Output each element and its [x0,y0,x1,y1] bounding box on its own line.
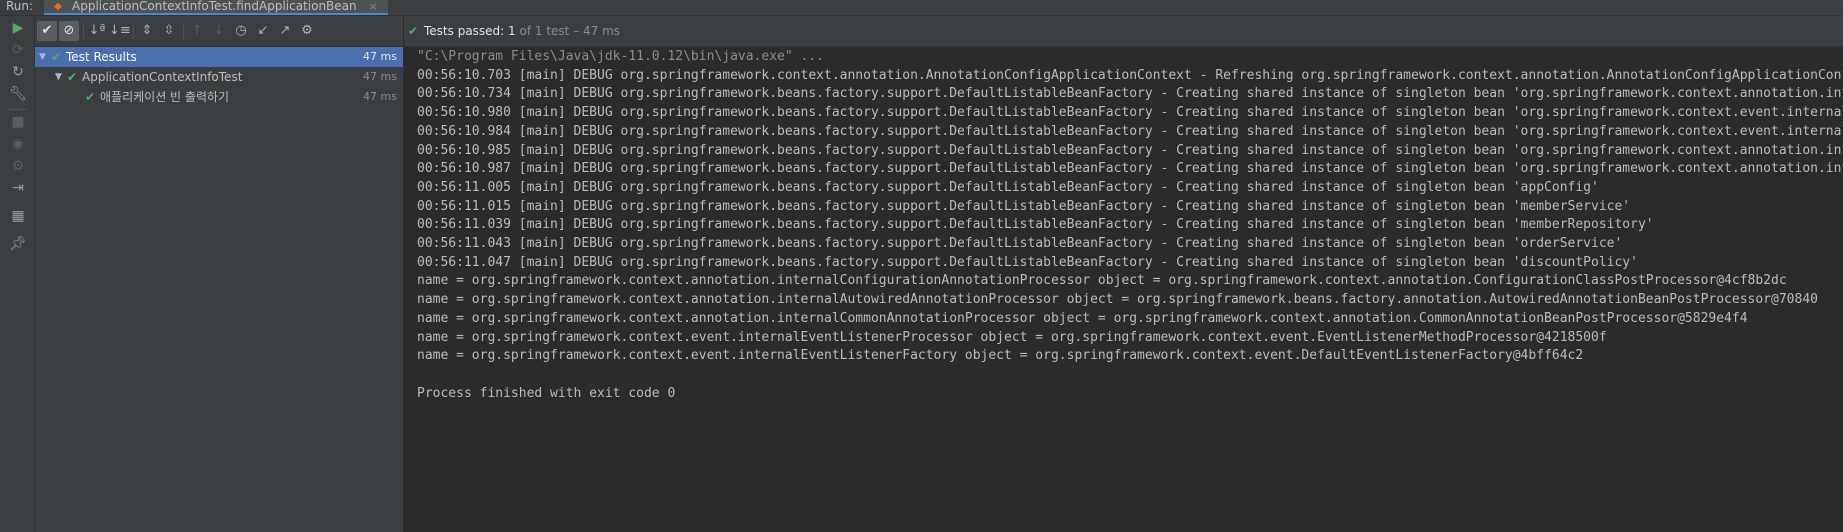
passed-check-icon: ✔ [67,70,78,84]
run-tool-window-header: Run: ◆ ApplicationContextInfoTest.findAp… [0,0,1843,16]
exit-icon[interactable]: ⇥ [9,179,27,197]
test-history-icon[interactable]: ◷ [231,21,251,41]
pin-icon[interactable]: 📌︎ [9,235,27,253]
tests-passed-summary: Tests passed: 1 of 1 test – 47 ms [424,16,620,46]
tree-item-duration: 47 ms [363,50,397,63]
wrench-icon[interactable]: 🔧︎ [9,85,27,103]
close-tab-icon[interactable]: × [368,0,377,13]
toggle-auto-test-icon[interactable]: ↻ [9,63,27,81]
tree-item-test-results[interactable]: ▼ ✔ Test Results 47 ms [35,47,403,67]
screenshot-icon[interactable]: ◉ [9,135,27,153]
tree-item-duration: 47 ms [363,70,397,83]
tree-item-label: Test Results [66,50,137,64]
passed-check-icon: ✔ [408,24,419,38]
rerun-failed-icon[interactable]: ⟳ [9,41,27,59]
sort-by-duration-icon[interactable]: ↓≡ [109,21,131,41]
show-ignored-icon[interactable]: ⊘ [59,21,79,41]
run-label: Run: [6,0,34,13]
tree-item-test-method[interactable]: ✔ 애플리케이션 빈 출력하기 47 ms [35,87,403,107]
layout-icon[interactable]: ▦ [9,207,27,225]
run-actions-strip: ▶ ⟳ ↻ 🔧︎ ■ ◉ ⚙ ⇥ ▦ 📌︎ [0,16,35,532]
rerun-icon[interactable]: ▶ [9,19,27,37]
console-line: name = org.springframework.context.event… [417,348,1584,364]
console-line: Process finished with exit code 0 [417,385,676,401]
tree-item-duration: 47 ms [363,90,397,103]
run-configuration-tab[interactable]: ◆ ApplicationContextInfoTest.findApplica… [44,0,388,15]
test-results-tree: ▼ ✔ Test Results 47 ms ▼ ✔ ApplicationCo… [35,47,404,532]
tree-item-test-class[interactable]: ▼ ✔ ApplicationContextInfoTest 47 ms [35,67,403,87]
expand-all-icon[interactable]: ⇕ [137,21,157,41]
chevron-down-icon[interactable]: ▼ [39,47,46,67]
stop-icon[interactable]: ■ [9,113,27,131]
console-output[interactable]: "C:\Program Files\Java\jdk-11.0.12\bin\j… [404,47,1843,532]
passed-check-icon: ✔ [85,90,96,104]
settings-gear-icon[interactable]: ⚙ [297,21,317,41]
dump-threads-icon[interactable]: ⚙ [9,157,27,175]
tests-passed-label: Tests passed: [424,24,505,38]
chevron-down-icon[interactable]: ▼ [55,67,62,87]
show-passed-icon[interactable]: ✔ [37,21,57,41]
test-status-bar: ✔ Tests passed: 1 of 1 test – 47 ms [404,16,1843,47]
export-tests-icon[interactable]: ↗ [275,21,295,41]
collapse-all-icon[interactable]: ⇳ [159,21,179,41]
tree-item-label: ApplicationContextInfoTest [82,70,243,84]
passed-check-icon: ✔ [51,50,62,64]
test-tree-toolbar: ✔ ⊘ ↓ª ↓≡ ⇕ ⇳ ↑ ↓ ◷ ↙ ↗ ⚙ [35,16,403,47]
run-tab-title: ApplicationContextInfoTest.findApplicati… [72,0,357,13]
import-tests-icon[interactable]: ↙ [253,21,273,41]
test-config-icon: ◆ [54,1,62,12]
tests-passed-count: 1 [508,24,516,38]
next-failed-icon[interactable]: ↓ [209,21,229,41]
tests-total-duration: of 1 test – 47 ms [519,24,621,38]
tree-item-label: 애플리케이션 빈 출력하기 [100,90,230,104]
sort-alphabetically-icon[interactable]: ↓ª [87,21,107,41]
previous-failed-icon[interactable]: ↑ [187,21,207,41]
